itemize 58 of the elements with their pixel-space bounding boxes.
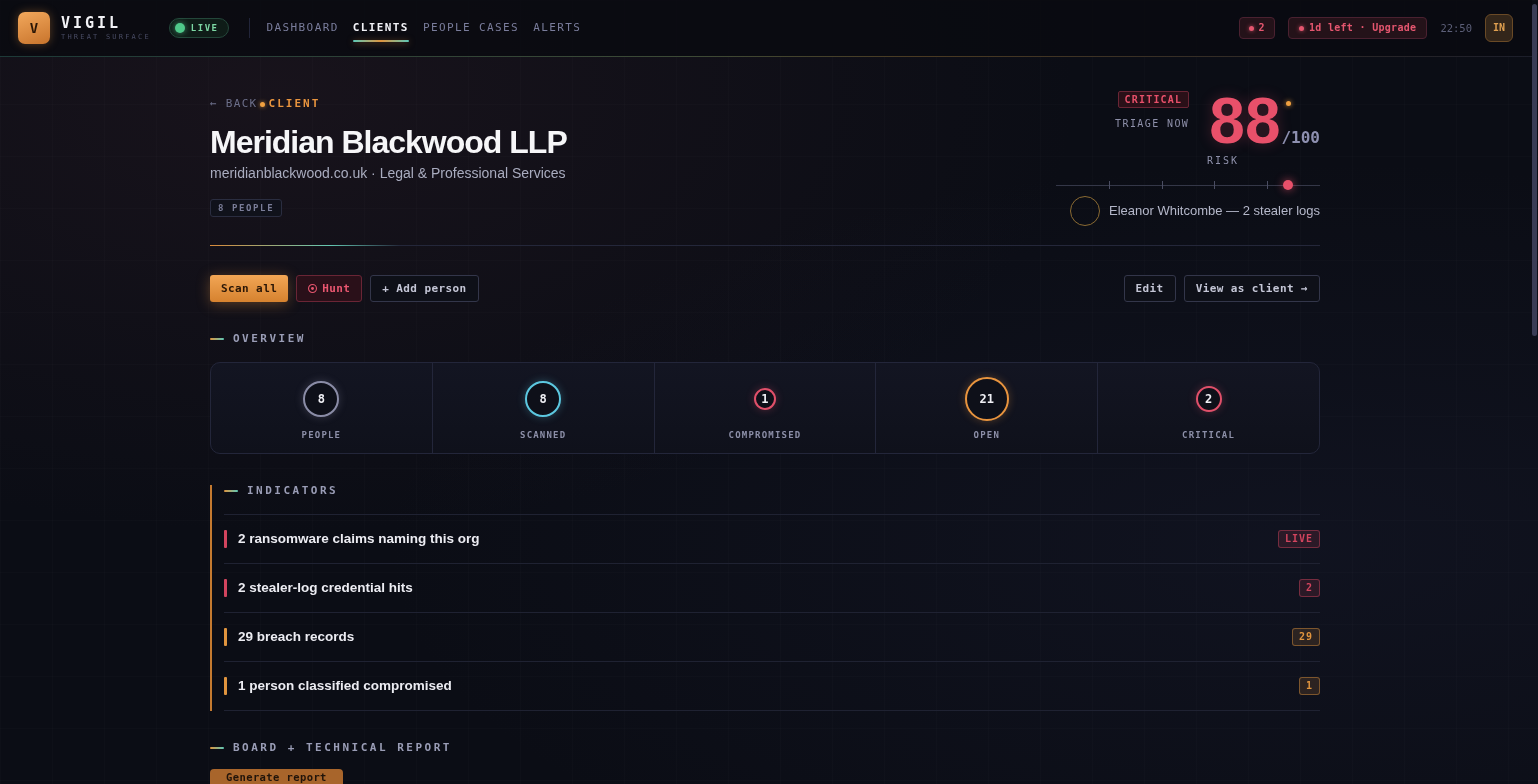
client-subtitle: meridianblackwood.co.uk · Legal & Professional Services [210, 164, 566, 182]
section-heading: BOARD + TECHNICAL REPORT [233, 742, 452, 754]
indicator-tag: LIVE [1277, 530, 1320, 548]
nav-tab[interactable]: ALERTS [533, 14, 582, 42]
indicator-tag: 29 [1291, 628, 1320, 646]
indicator-text: 2 ransomware claims naming this org [238, 531, 481, 547]
status-dot-icon [1248, 25, 1254, 31]
indicator-text: 29 breach records [238, 629, 356, 645]
section-heading: INDICATORS [247, 485, 339, 497]
user-avatar[interactable]: IN [1485, 14, 1513, 42]
stat-value: 8 [303, 381, 340, 417]
section-eyebrow: CLIENT [268, 97, 321, 111]
clock-time: 22:50 [1440, 22, 1472, 34]
stat-value: 2 [1195, 386, 1222, 412]
risk-score: 88 [1209, 89, 1281, 153]
stat-label: SCANNED [520, 430, 567, 441]
severity-tag: CRITICAL [1117, 91, 1190, 108]
status-dot-icon [259, 102, 265, 107]
app-logo[interactable]: V [18, 12, 50, 44]
stat-label: PEOPLE [301, 430, 342, 441]
outline-button[interactable]: + Add person [370, 275, 479, 302]
stat-label: OPEN [973, 430, 1001, 441]
outline-button[interactable]: View as client → [1183, 275, 1320, 302]
scrollbar-thumb[interactable] [1532, 4, 1537, 336]
alerts-button[interactable]: 2 [1238, 17, 1275, 39]
brand-name: VIGIL [61, 14, 122, 31]
upgrade-button[interactable]: 1d left · Upgrade [1287, 17, 1428, 39]
heading-dash-icon [210, 747, 224, 749]
risk-max: /100 [1281, 129, 1320, 147]
heading-dash-icon [224, 490, 238, 492]
stat-value: 8 [525, 381, 562, 417]
indicator-text: 1 person classified compromised [238, 678, 453, 694]
triage-label: TRIAGE NOW [1115, 118, 1190, 130]
stat-label: COMPROMISED [728, 430, 802, 441]
back-link[interactable]: ← BACK [210, 97, 258, 111]
stat-label: CRITICAL [1182, 430, 1236, 441]
stat-value: 1 [754, 388, 776, 410]
live-label: LIVE [190, 23, 219, 33]
danger-button[interactable]: Hunt [296, 275, 363, 302]
nav-tab[interactable]: PEOPLE CASES [422, 14, 520, 42]
nav-tab[interactable]: CLIENTS [352, 14, 409, 42]
target-icon [308, 284, 318, 293]
status-dot-icon [1286, 101, 1291, 106]
primary-button[interactable]: Scan all [210, 275, 289, 302]
indicator-text: 2 stealer-log credential hits [238, 580, 414, 596]
nav-tab[interactable]: DASHBOARD [266, 14, 339, 42]
stat-value: 21 [964, 377, 1009, 421]
people-count-tag: 8 PEOPLE [210, 199, 283, 217]
heading-dash-icon [210, 338, 224, 340]
indicator-tag: 1 [1298, 677, 1320, 695]
outline-button[interactable]: Edit [1123, 275, 1176, 302]
generate-report-button[interactable]: Generate report [210, 769, 343, 784]
top-risk-person: Eleanor Whitcombe — 2 stealer logs [1109, 203, 1320, 219]
status-dot-icon [1298, 25, 1304, 31]
risk-label: RISK [1206, 155, 1239, 167]
indicator-tag: 2 [1298, 579, 1320, 597]
section-heading: OVERVIEW [233, 333, 306, 345]
client-name: Meridian Blackwood LLP [210, 123, 567, 161]
